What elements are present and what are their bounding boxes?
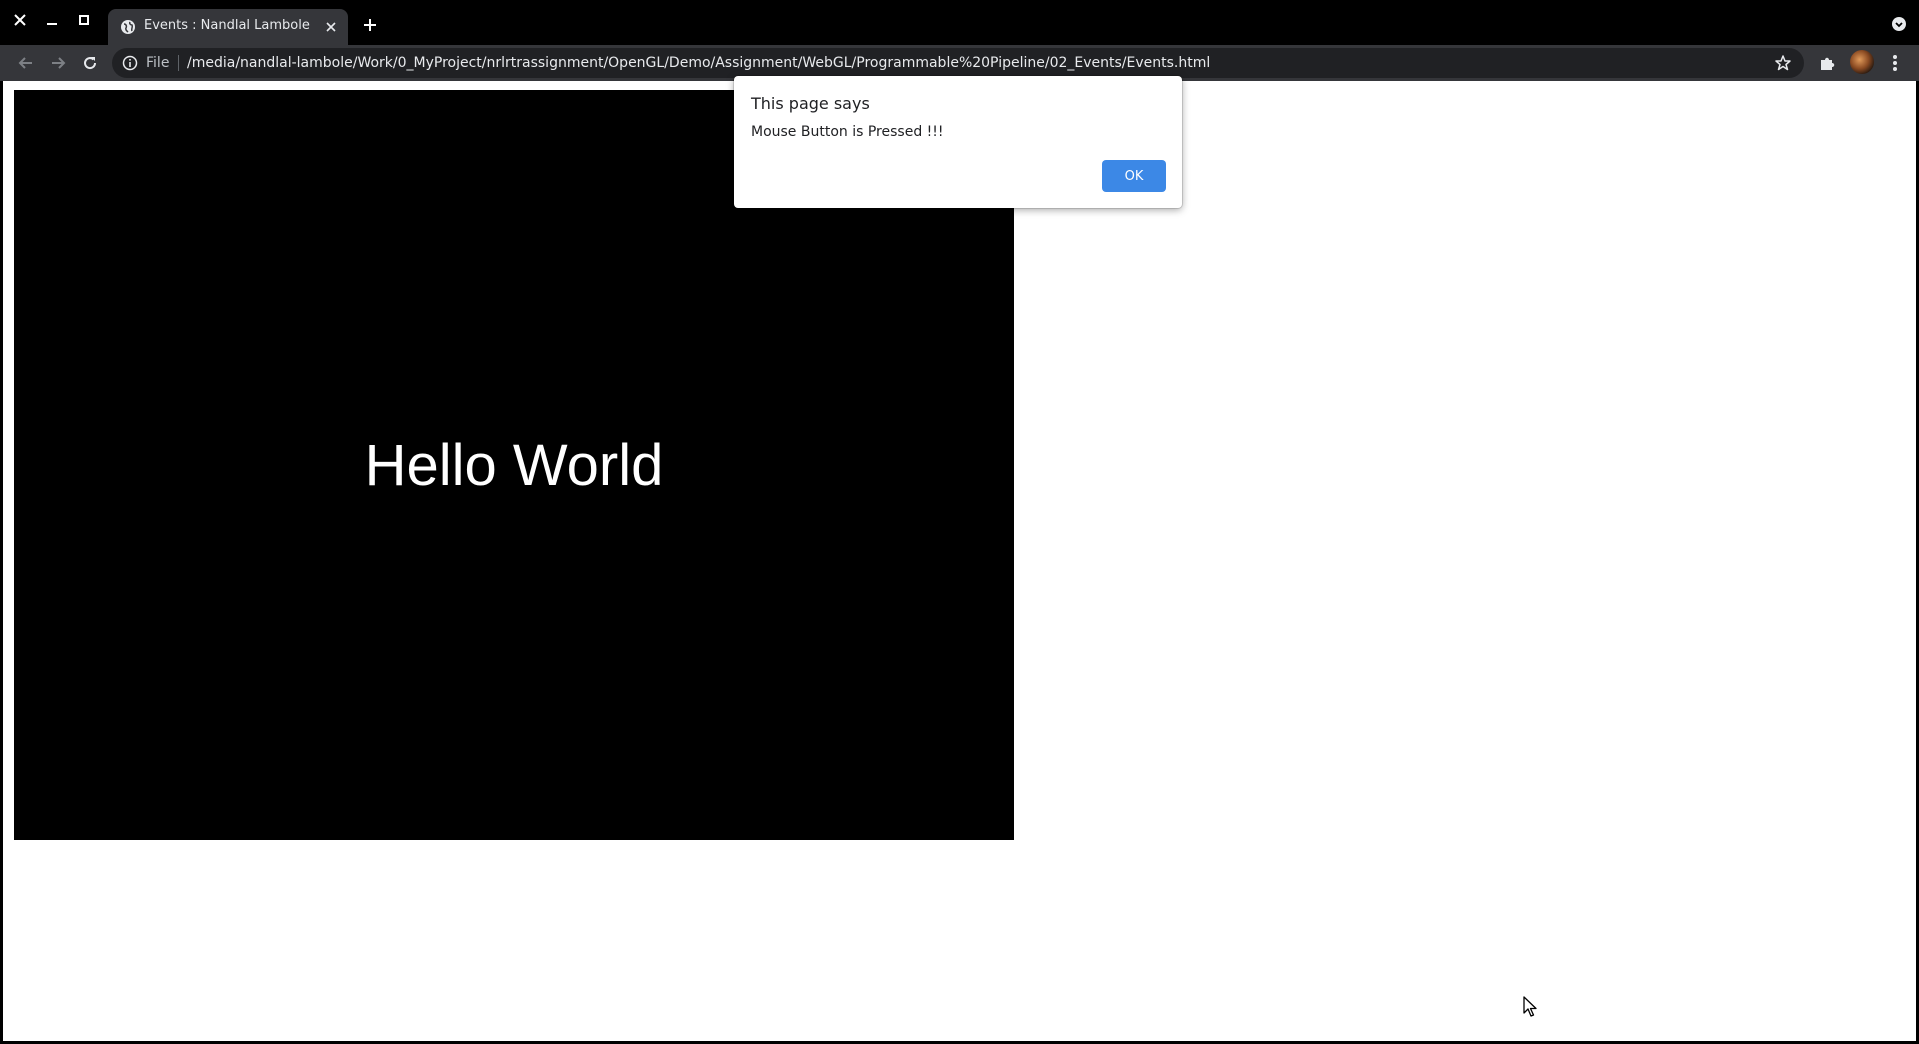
page-viewport: Hello World xyxy=(3,81,1916,1041)
address-bar[interactable]: File /media/nandlal-lambole/Work/0_MyPro… xyxy=(112,48,1804,78)
forward-arrow-icon[interactable] xyxy=(46,51,70,75)
omnibox-divider xyxy=(178,55,179,71)
globe-icon xyxy=(120,19,136,35)
browser-window: Events : Nandlal Lambole File /media/nan… xyxy=(0,0,1919,1044)
close-icon[interactable] xyxy=(10,10,30,30)
url-text[interactable]: /media/nandlal-lambole/Work/0_MyProject/… xyxy=(187,55,1210,71)
alert-message: Mouse Button is Pressed !!! xyxy=(751,124,944,140)
scheme-label: File xyxy=(146,55,170,71)
back-arrow-icon[interactable] xyxy=(14,51,38,75)
bookmark-star-icon[interactable] xyxy=(1774,54,1792,72)
mouse-cursor-icon xyxy=(1523,996,1539,1018)
tab-close-icon[interactable] xyxy=(322,18,340,36)
info-icon[interactable] xyxy=(122,55,138,71)
profile-avatar[interactable] xyxy=(1850,50,1874,74)
extensions-puzzle-icon[interactable] xyxy=(1818,54,1836,72)
kebab-menu-icon[interactable] xyxy=(1885,53,1905,73)
maximize-icon[interactable] xyxy=(74,10,94,30)
new-tab-plus-icon[interactable] xyxy=(359,14,381,36)
alert-dialog: This page says Mouse Button is Pressed !… xyxy=(734,76,1182,208)
minimize-icon[interactable] xyxy=(42,10,62,30)
ok-button[interactable]: OK xyxy=(1102,160,1166,192)
tab-title: Events : Nandlal Lambole xyxy=(144,18,310,33)
tab-strip: Events : Nandlal Lambole xyxy=(0,0,1919,45)
tab-active[interactable]: Events : Nandlal Lambole xyxy=(108,9,348,45)
alert-title: This page says xyxy=(751,94,870,113)
tab-search-icon[interactable] xyxy=(1891,16,1907,32)
reload-icon[interactable] xyxy=(78,51,102,75)
